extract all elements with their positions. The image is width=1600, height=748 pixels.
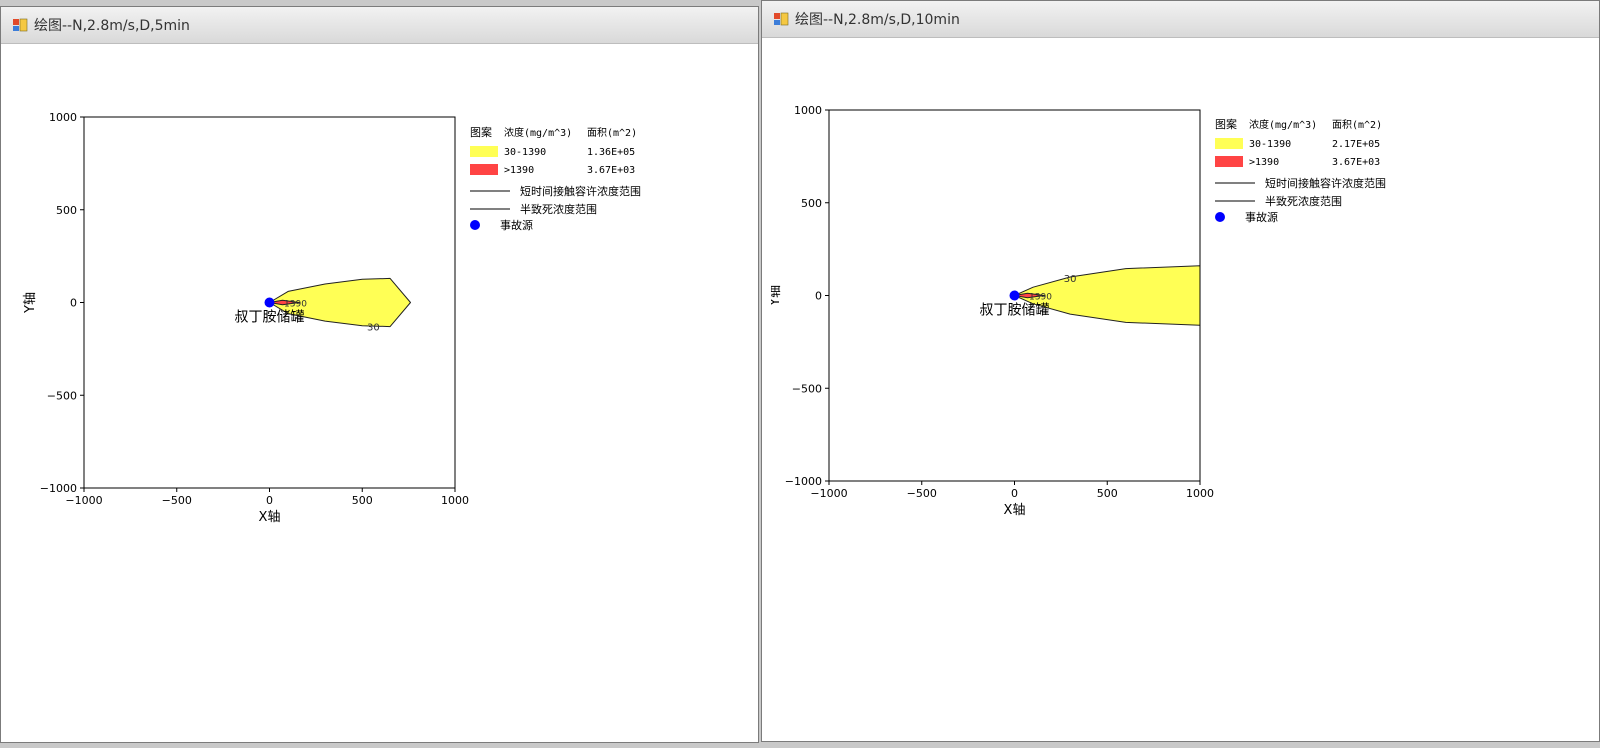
plot-window-5min[interactable]: 绘图--N,2.8m/s,D,5min 30 1390 −1000 −500 0 500 1…: [0, 6, 759, 743]
plot-window-10min[interactable]: 绘图--N,2.8m/s,D,10min 30 1390 −1000 −500 0 500…: [761, 0, 1600, 742]
source-label: 叔丁胺储罐: [235, 310, 305, 326]
legend-range: >1390: [504, 165, 534, 176]
x-tick-label: 500: [352, 494, 373, 507]
legend-source-label: 事故源: [500, 218, 533, 232]
x-tick-label: −1000: [65, 494, 102, 507]
source-point: [1009, 290, 1020, 301]
y-tick-label: −500: [47, 389, 77, 402]
source-label: 叔丁胺储罐: [980, 303, 1050, 319]
legend-swatch: [1215, 156, 1243, 167]
legend-line-label: 半致死浓度范围: [520, 202, 597, 216]
legend-range: 30-1390: [1249, 139, 1291, 150]
contour-label-1390: 1390: [1029, 293, 1052, 303]
source-point: [264, 297, 275, 308]
y-tick-label: 1000: [794, 104, 822, 117]
legend-source-marker: [470, 220, 480, 230]
plot-area: 30 1390 −1000 −500 0 500 1000 1000 500 0 −500 −1000…: [768, 39, 1590, 733]
legend-header-pattern: 图案: [1215, 117, 1237, 131]
legend-swatch: [1215, 138, 1243, 149]
app-icon: [12, 17, 28, 33]
legend-area: 3.67E+03: [1332, 157, 1380, 168]
x-axis-label: X轴: [259, 510, 281, 525]
y-tick-label: 0: [815, 290, 822, 303]
title-bar[interactable]: 绘图--N,2.8m/s,D,10min: [762, 1, 1599, 38]
app-icon: [773, 11, 789, 27]
chart-canvas: 30 1390 −1000 −500 0 500 1000 1000 500 0 −500 −1000…: [768, 104, 1386, 518]
y-axis-label: Y轴: [23, 292, 38, 314]
x-tick-label: 1000: [441, 494, 469, 507]
y-tick-label: 500: [801, 197, 822, 210]
x-tick-label: −1000: [810, 487, 847, 500]
legend-source-label: 事故源: [1245, 210, 1278, 224]
legend-range: 30-1390: [504, 147, 546, 158]
chart-canvas: 30 1390 −1000 −500 0 500 1000 1000 500 0 −500 −1000…: [23, 111, 641, 525]
x-tick-label: 0: [1011, 487, 1018, 500]
x-tick-label: −500: [162, 494, 192, 507]
legend-area: 1.36E+05: [587, 147, 635, 158]
legend-range: >1390: [1249, 157, 1279, 168]
legend-header-concentration: 浓度(mg/m^3): [504, 126, 572, 139]
x-axis-label: X轴: [1004, 503, 1026, 518]
window-title: 绘图--N,2.8m/s,D,5min: [34, 18, 190, 34]
legend-area: 3.67E+03: [587, 165, 635, 176]
y-tick-label: −1000: [40, 482, 77, 495]
contour-label-30: 30: [1064, 274, 1077, 285]
x-tick-label: 1000: [1186, 487, 1214, 500]
legend-swatch: [470, 164, 498, 175]
y-tick-label: 1000: [49, 111, 77, 124]
legend-header-concentration: 浓度(mg/m^3): [1249, 118, 1317, 131]
plot-area: 30 1390 −1000 −500 0 500 1000 1000 500 0 −500 −1000…: [10, 45, 749, 734]
legend-header-area: 面积(m^2): [1332, 119, 1382, 131]
contour-label-1390: 1390: [284, 300, 307, 310]
legend-header-area: 面积(m^2): [587, 127, 637, 139]
y-tick-label: 0: [70, 297, 77, 310]
x-tick-label: 500: [1097, 487, 1118, 500]
x-tick-label: −500: [907, 487, 937, 500]
legend-header-pattern: 图案: [470, 125, 492, 139]
legend-swatch: [470, 146, 498, 157]
legend-line-label: 短时间接触容许浓度范围: [1265, 176, 1386, 190]
y-tick-label: −500: [792, 382, 822, 395]
legend-source-marker: [1215, 212, 1225, 222]
legend-area: 2.17E+05: [1332, 139, 1380, 150]
window-title: 绘图--N,2.8m/s,D,10min: [795, 12, 960, 28]
y-axis-label: Y轴: [771, 285, 783, 307]
legend-line-label: 短时间接触容许浓度范围: [520, 184, 641, 198]
contour-label-30: 30: [367, 323, 380, 334]
x-tick-label: 0: [266, 494, 273, 507]
legend-line-label: 半致死浓度范围: [1265, 194, 1342, 208]
y-tick-label: −1000: [785, 475, 822, 488]
title-bar[interactable]: 绘图--N,2.8m/s,D,5min: [1, 7, 758, 44]
y-tick-label: 500: [56, 204, 77, 217]
